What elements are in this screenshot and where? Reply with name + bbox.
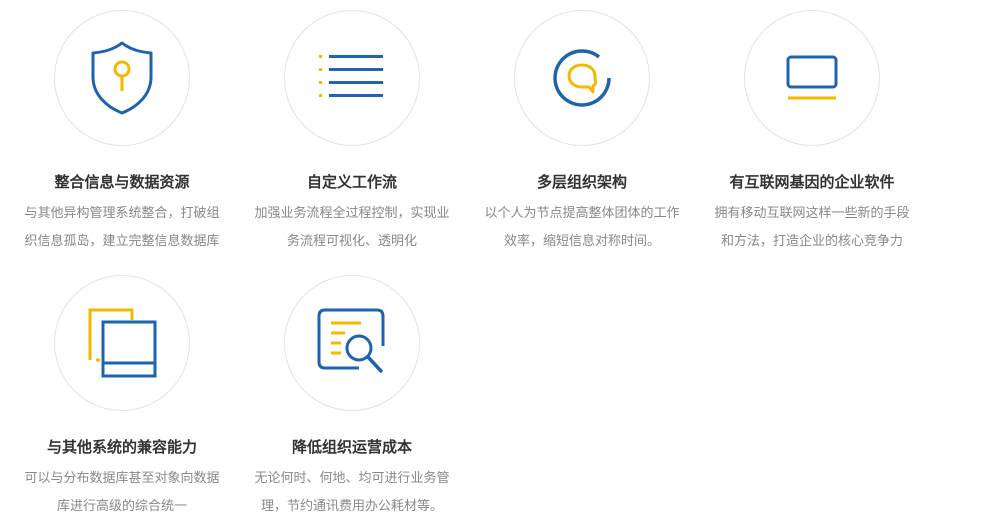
- windows-stack-icon: [88, 308, 157, 378]
- feature-description: 加强业务流程全过程控制，实现业 务流程可视化、透明化: [237, 200, 467, 256]
- feature-icon-circle: [284, 275, 420, 411]
- feature-description-line: 务流程可视化、透明化: [286, 234, 417, 249]
- feature-card-reduce-cost: 降低组织运营成本 无论何时、何地、均可进行业务管 理，节约通讯费用办公耗材等。: [237, 275, 467, 521]
- monitor-icon: [786, 55, 838, 100]
- feature-title: 自定义工作流: [306, 173, 397, 191]
- feature-card-org-structure: 多层组织架构 以个人为节点提高整体团体的工作 效率，缩短信息对称时间。: [467, 10, 697, 256]
- feature-title: 与其他系统的兼容能力: [46, 438, 197, 456]
- feature-title: 整合信息与数据资源: [54, 173, 190, 191]
- feature-title: 有互联网基因的企业软件: [729, 173, 895, 191]
- feature-description: 拥有移动互联网这样一些新的手段 和方法，打造企业的核心竞争力: [697, 200, 927, 256]
- feature-icon-circle: [54, 10, 190, 146]
- feature-card-data-integration: 整合信息与数据资源 与其他异构管理系统整合，打破组 织信息孤岛，建立完整信息数据…: [7, 10, 237, 256]
- feature-icon-circle: [514, 10, 650, 146]
- feature-description-line: 和方法，打造企业的核心竞争力: [720, 234, 903, 249]
- list-icon: [319, 55, 383, 97]
- document-search-icon: [317, 308, 385, 373]
- feature-title: 多层组织架构: [536, 173, 627, 191]
- feature-description-line: 以个人为节点提高整体团体的工作: [484, 206, 680, 221]
- feature-description-line: 织信息孤岛，建立完整信息数据库: [24, 234, 220, 249]
- feature-description: 可以与分布数据库甚至对象向数据 库进行高级的综合统一: [7, 465, 237, 521]
- chat-bubble-icon: [553, 49, 611, 107]
- shield-key-icon: [91, 41, 153, 115]
- feature-icon-circle: [284, 10, 420, 146]
- feature-description-line: 拥有移动互联网这样一些新的手段: [714, 206, 910, 221]
- feature-description-line: 无论何时、何地、均可进行业务管: [254, 471, 450, 486]
- feature-description-line: 加强业务流程全过程控制，实现业: [254, 206, 450, 221]
- feature-description-line: 效率，缩短信息对称时间。: [503, 234, 660, 249]
- feature-icon-circle: [54, 275, 190, 411]
- feature-description-line: 库进行高级的综合统一: [56, 499, 187, 514]
- feature-title: 降低组织运营成本: [291, 438, 412, 456]
- feature-description: 无论何时、何地、均可进行业务管 理，节约通讯费用办公耗材等。: [237, 465, 467, 521]
- feature-description: 以个人为节点提高整体团体的工作 效率，缩短信息对称时间。: [467, 200, 697, 256]
- feature-description-line: 可以与分布数据库甚至对象向数据: [24, 471, 220, 486]
- feature-card-internet-software: 有互联网基因的企业软件 拥有移动互联网这样一些新的手段 和方法，打造企业的核心竞…: [697, 10, 927, 256]
- feature-description-line: 与其他异构管理系统整合，打破组: [24, 206, 220, 221]
- feature-card-compatibility: 与其他系统的兼容能力 可以与分布数据库甚至对象向数据 库进行高级的综合统一: [7, 275, 237, 521]
- feature-card-custom-workflow: 自定义工作流 加强业务流程全过程控制，实现业 务流程可视化、透明化: [237, 10, 467, 256]
- feature-description-line: 理，节约通讯费用办公耗材等。: [260, 499, 443, 514]
- feature-description: 与其他异构管理系统整合，打破组 织信息孤岛，建立完整信息数据库: [7, 200, 237, 256]
- feature-icon-circle: [744, 10, 880, 146]
